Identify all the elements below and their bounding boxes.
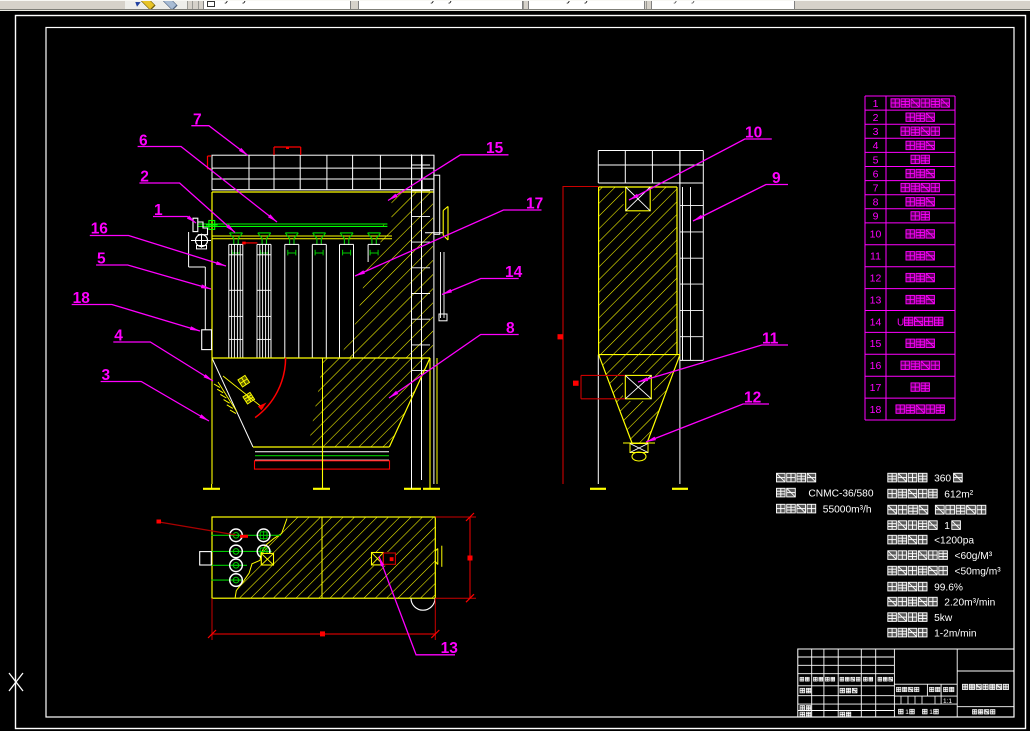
svg-text:11: 11 — [870, 251, 881, 263]
svg-text:18: 18 — [870, 404, 882, 416]
svg-text:1: 1 — [929, 709, 933, 716]
svg-text:14: 14 — [870, 316, 882, 328]
svg-text:10: 10 — [870, 229, 882, 241]
svg-text:1-2m/min: 1-2m/min — [934, 629, 976, 640]
svg-text:17: 17 — [870, 382, 882, 394]
svg-text:5: 5 — [873, 154, 879, 166]
svg-text:7: 7 — [873, 182, 879, 194]
svg-text:612m²: 612m² — [944, 490, 973, 501]
svg-text:55000m³/h: 55000m³/h — [823, 505, 872, 516]
svg-text:2: 2 — [873, 112, 879, 124]
svg-text:15: 15 — [870, 338, 882, 350]
svg-text:12: 12 — [870, 272, 882, 284]
svg-text:360: 360 — [934, 474, 951, 485]
svg-text:U: U — [897, 317, 904, 328]
svg-text:<1200pa: <1200pa — [934, 536, 974, 547]
svg-text:4: 4 — [873, 140, 879, 152]
svg-text:1:1: 1:1 — [943, 698, 952, 705]
svg-text:<60g/M³: <60g/M³ — [955, 551, 993, 562]
svg-text:16: 16 — [870, 360, 882, 372]
svg-text:5kw: 5kw — [934, 613, 953, 624]
svg-text:1: 1 — [873, 98, 879, 110]
svg-text:6: 6 — [873, 168, 879, 180]
svg-text:1: 1 — [905, 709, 909, 716]
svg-text:99.6%: 99.6% — [934, 583, 963, 594]
svg-text:CNMC-36/580: CNMC-36/580 — [808, 489, 873, 500]
svg-text:3: 3 — [873, 126, 879, 138]
svg-text:2.20m³/min: 2.20m³/min — [944, 598, 995, 609]
svg-text:13: 13 — [870, 294, 882, 306]
svg-text:1: 1 — [944, 521, 950, 532]
svg-text:9: 9 — [873, 211, 879, 223]
svg-text:8: 8 — [873, 197, 879, 209]
svg-text:<50mg/m³: <50mg/m³ — [955, 567, 1002, 578]
